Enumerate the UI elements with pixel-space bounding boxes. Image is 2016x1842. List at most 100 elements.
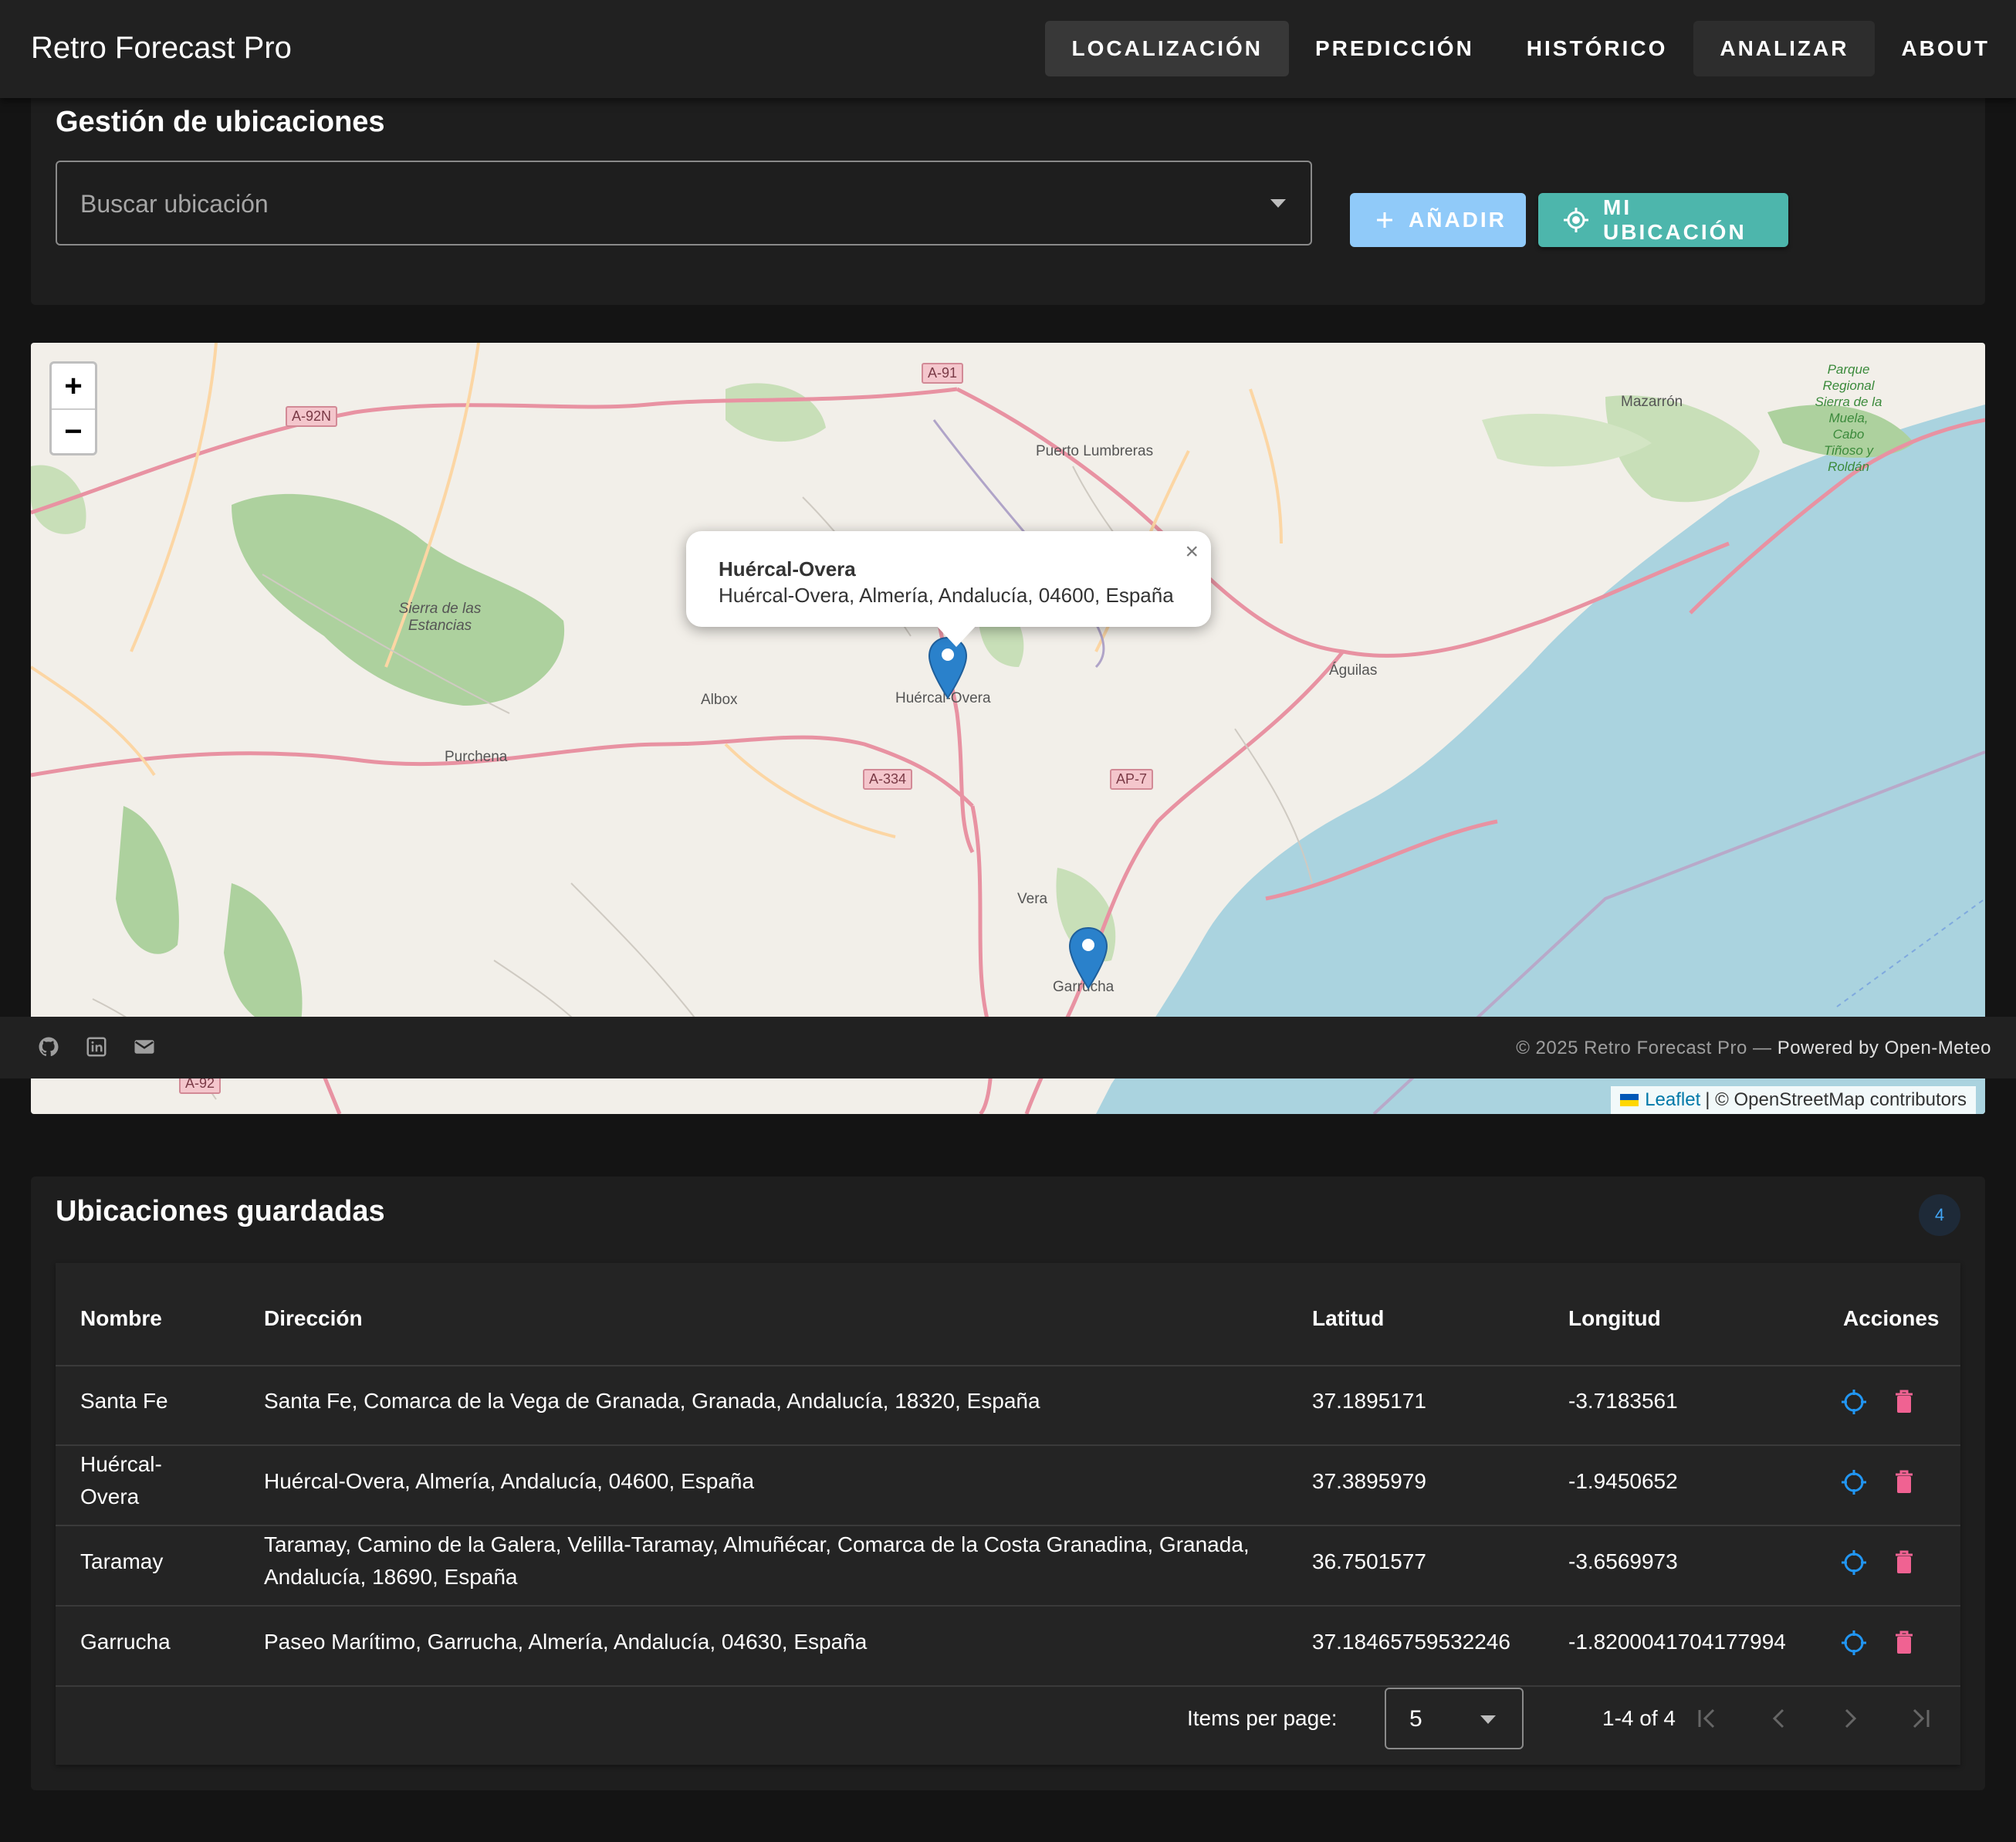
road-shield-ap7: AP-7 xyxy=(1110,769,1154,790)
linkedin-icon[interactable] xyxy=(85,1035,108,1058)
road-shield-a334: A-334 xyxy=(863,769,913,790)
attribution-text: | © OpenStreetMap contributors xyxy=(1705,1089,1967,1110)
zoom-in-button[interactable]: + xyxy=(52,364,95,410)
cell-latitude: 37.1895171 xyxy=(1312,1389,1426,1413)
row-divider xyxy=(56,1605,1960,1607)
map-label-aguilas: Águilas xyxy=(1329,662,1378,679)
locate-icon[interactable] xyxy=(1840,1388,1868,1416)
map-marker-garrucha[interactable] xyxy=(1068,926,1108,990)
map-tiles xyxy=(31,343,1985,1114)
column-header-address[interactable]: Dirección xyxy=(264,1306,363,1331)
cell-latitude: 37.3895979 xyxy=(1312,1469,1426,1493)
popup-close-icon[interactable]: × xyxy=(1185,539,1199,565)
map-label-sierra: Sierra de las Estancias xyxy=(398,601,482,634)
footer: © 2025 Retro Forecast Pro — Powered by O… xyxy=(0,1017,2016,1078)
locate-icon[interactable] xyxy=(1840,1468,1868,1496)
add-location-label: AÑADIR xyxy=(1409,208,1507,232)
cell-name: Taramay xyxy=(80,1549,164,1573)
delete-icon[interactable] xyxy=(1893,1468,1916,1495)
cell-latitude: 37.18465759532246 xyxy=(1312,1630,1510,1654)
map[interactable]: Mazarrón Puerto Lumbreras Parque Regiona… xyxy=(31,343,1985,1114)
last-page-icon[interactable] xyxy=(1906,1705,1934,1732)
first-page-icon[interactable] xyxy=(1693,1705,1721,1732)
items-per-page-value: 5 xyxy=(1409,1706,1422,1732)
saved-locations-title: Ubicaciones guardadas xyxy=(56,1195,385,1227)
map-attribution: Leaflet | © OpenStreetMap contributors xyxy=(1611,1086,1976,1114)
column-header-latitude[interactable]: Latitud xyxy=(1312,1306,1384,1331)
footer-credits: © 2025 Retro Forecast Pro — Powered by O… xyxy=(1516,1038,1991,1059)
road-shield-a92n: A-92N xyxy=(286,406,338,427)
zoom-control: + − xyxy=(49,361,97,455)
location-management-title: Gestión de ubicaciones xyxy=(56,106,385,138)
road-shield-a91: A-91 xyxy=(922,363,964,384)
dropdown-arrow-icon[interactable] xyxy=(1270,199,1286,208)
nav-about[interactable]: ABOUT xyxy=(1875,21,2016,76)
plus-icon xyxy=(1375,210,1395,230)
cell-latitude: 36.7501577 xyxy=(1312,1549,1426,1573)
cell-name: Santa Fe xyxy=(80,1389,168,1413)
column-header-actions: Acciones xyxy=(1843,1306,1940,1330)
location-management-card: Gestión de ubicaciones Buscar ubicación … xyxy=(31,98,1985,305)
map-label-parque: Parque Regional Sierra de la Muela, Cabo… xyxy=(1815,362,1882,474)
items-per-page-select[interactable]: 5 xyxy=(1385,1688,1524,1749)
nav-analizar[interactable]: ANALIZAR xyxy=(1693,21,1876,76)
next-page-icon[interactable] xyxy=(1835,1705,1863,1732)
select-arrow-icon[interactable] xyxy=(1480,1715,1496,1724)
footer-powered-by[interactable]: Powered by Open-Meteo xyxy=(1778,1038,1991,1058)
popup-tip xyxy=(935,624,978,647)
search-placeholder: Buscar ubicación xyxy=(80,190,269,218)
ukraine-flag-icon xyxy=(1620,1094,1639,1106)
cell-address: Santa Fe, Comarca de la Vega de Granada,… xyxy=(264,1389,1040,1413)
row-divider xyxy=(56,1525,1960,1526)
map-label-albox: Albox xyxy=(701,692,738,708)
cell-address: Taramay, Camino de la Galera, Velilla-Ta… xyxy=(264,1532,1250,1589)
saved-locations-table: Nombre Dirección Latitud Longitud Accion… xyxy=(56,1263,1960,1765)
mail-icon[interactable] xyxy=(133,1035,156,1058)
saved-count-badge: 4 xyxy=(1919,1194,1960,1236)
nav-localizacion[interactable]: LOCALIZACIÓN xyxy=(1045,21,1289,76)
popup-address: Huércal-Overa, Almería, Andalucía, 04600… xyxy=(719,584,1174,607)
map-label-vera: Vera xyxy=(1017,891,1048,907)
gps-target-icon xyxy=(1563,207,1589,233)
cell-name: Huércal-Overa xyxy=(80,1452,162,1508)
nav-historico[interactable]: HISTÓRICO xyxy=(1500,21,1694,76)
header-divider xyxy=(56,1365,1960,1366)
cell-address: Paseo Marítimo, Garrucha, Almería, Andal… xyxy=(264,1630,868,1654)
cell-longitude: -1.9450652 xyxy=(1568,1469,1678,1493)
delete-icon[interactable] xyxy=(1893,1388,1916,1414)
cell-address: Huércal-Overa, Almería, Andalucía, 04600… xyxy=(264,1469,755,1493)
cell-longitude: -3.6569973 xyxy=(1568,1549,1678,1573)
column-header-longitude[interactable]: Longitud xyxy=(1568,1306,1661,1331)
column-header-name[interactable]: Nombre xyxy=(80,1306,162,1331)
zoom-out-button[interactable]: − xyxy=(52,409,95,454)
nav-prediccion[interactable]: PREDICCIÓN xyxy=(1289,21,1500,76)
previous-page-icon[interactable] xyxy=(1766,1705,1794,1732)
items-per-page-label: Items per page: xyxy=(1187,1706,1338,1730)
location-search-input[interactable]: Buscar ubicación xyxy=(56,161,1312,245)
map-popup: Huércal-Overa Huércal-Overa, Almería, An… xyxy=(686,531,1211,647)
cell-longitude: -3.7183561 xyxy=(1568,1389,1678,1413)
locate-icon[interactable] xyxy=(1840,1629,1868,1657)
row-divider xyxy=(56,1685,1960,1687)
my-location-button[interactable]: MI UBICACIÓN xyxy=(1538,193,1788,247)
map-label-mazarron: Mazarrón xyxy=(1621,394,1683,410)
pagination-range: 1-4 of 4 xyxy=(1602,1706,1676,1730)
leaflet-link[interactable]: Leaflet xyxy=(1645,1089,1700,1111)
main-nav: LOCALIZACIÓN PREDICCIÓN HISTÓRICO ANALIZ… xyxy=(1045,21,2016,76)
footer-copyright: © 2025 Retro Forecast Pro — xyxy=(1516,1038,1778,1058)
delete-icon[interactable] xyxy=(1893,1549,1916,1575)
map-label-puerto-lumbreras: Puerto Lumbreras xyxy=(1036,443,1154,459)
delete-icon[interactable] xyxy=(1893,1629,1916,1655)
popup-title: Huércal-Overa xyxy=(719,557,856,581)
locate-icon[interactable] xyxy=(1840,1549,1868,1576)
saved-locations-card: Ubicaciones guardadas 4 Nombre Dirección… xyxy=(31,1177,1985,1790)
cell-longitude: -1.8200041704177994 xyxy=(1568,1630,1786,1654)
my-location-label: MI UBICACIÓN xyxy=(1603,195,1747,244)
add-location-button[interactable]: AÑADIR xyxy=(1350,193,1526,247)
github-icon[interactable] xyxy=(37,1035,60,1058)
app-title: Retro Forecast Pro xyxy=(31,31,292,65)
map-label-purchena: Purchena xyxy=(445,749,508,765)
row-divider xyxy=(56,1444,1960,1446)
app-bar: Retro Forecast Pro LOCALIZACIÓN PREDICCI… xyxy=(0,0,2016,98)
cell-name: Garrucha xyxy=(80,1630,171,1654)
